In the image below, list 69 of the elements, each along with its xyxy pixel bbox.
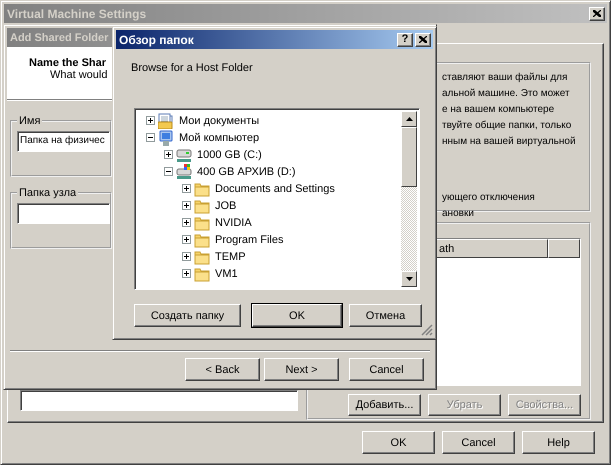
expand-toggle[interactable] — [182, 269, 191, 278]
expand-toggle[interactable] — [146, 116, 155, 125]
hard-drive-icon — [176, 146, 192, 162]
prompt-text: Browse for a Host Folder — [131, 62, 253, 74]
text-field[interactable] — [20, 390, 298, 411]
documents-icon — [158, 112, 174, 128]
tree-item[interactable]: 400 GB АРХИВ (D:) — [195, 166, 298, 178]
down-arrow-icon[interactable] — [406, 277, 412, 281]
column-header[interactable] — [548, 239, 580, 258]
expand-toggle[interactable] — [164, 150, 173, 159]
window-title: Virtual Machine Settings — [7, 6, 146, 20]
dialog-button[interactable]: Cancel — [442, 431, 515, 454]
close-icon — [419, 36, 427, 43]
close-button[interactable] — [589, 6, 605, 20]
wizard-button[interactable]: Next > — [264, 358, 339, 381]
wizard-button[interactable]: < Back — [185, 358, 260, 381]
close-button[interactable] — [415, 32, 431, 46]
scrollbar[interactable] — [401, 111, 417, 287]
tree-item[interactable]: Мои документы — [177, 114, 262, 126]
resize-grip-icon[interactable] — [421, 324, 433, 336]
dialog-button[interactable]: OK — [362, 431, 435, 454]
expand-toggle[interactable] — [182, 235, 191, 244]
column-header[interactable]: ath — [434, 239, 548, 258]
up-arrow-icon[interactable] — [406, 117, 412, 121]
window-title: Add Shared Folder — [10, 32, 108, 44]
input-field[interactable]: Папка на физичес — [17, 131, 110, 152]
info-text: ставляют ваши файлы для — [442, 71, 568, 85]
wizard-heading: Name the Shar — [29, 57, 106, 69]
info-text: твуйте общие папки, только — [442, 119, 572, 133]
wizard-subheading: What would — [49, 69, 108, 81]
folder-action-button[interactable]: Добавить... — [348, 394, 421, 416]
tree-item[interactable]: Program Files — [213, 234, 286, 246]
folder-icon — [194, 266, 210, 282]
tree-item[interactable]: JOB — [213, 200, 238, 212]
expand-toggle[interactable] — [182, 184, 191, 193]
info-text: альной машине. Это может — [442, 87, 570, 101]
wizard-button[interactable]: Cancel — [349, 358, 424, 381]
computer-icon — [158, 130, 174, 146]
folder-icon — [194, 180, 210, 196]
folder-icon — [194, 248, 210, 264]
help-button[interactable]: ? — [397, 32, 413, 46]
group-label: Имя — [18, 115, 42, 127]
close-icon — [593, 10, 601, 17]
folder-icon — [194, 214, 210, 230]
folder-icon — [194, 232, 210, 248]
tree-item[interactable]: VM1 — [213, 268, 240, 280]
expand-toggle[interactable] — [182, 218, 191, 227]
tree-item[interactable]: NVIDIA — [213, 216, 254, 228]
expand-toggle[interactable] — [182, 201, 191, 210]
expand-toggle[interactable] — [182, 252, 191, 261]
tree-item[interactable]: 1000 GB (C:) — [195, 148, 264, 160]
option-text: ановки — [442, 207, 474, 221]
option-text: ующего отключения — [442, 191, 535, 205]
collapse-toggle[interactable] — [164, 167, 173, 176]
tree-item[interactable]: TEMP — [213, 250, 248, 262]
folder-icon — [194, 198, 210, 214]
info-text: нным на вашей виртуальной — [442, 135, 576, 149]
info-text: е на вашем компьютере — [442, 103, 554, 117]
input-field[interactable] — [17, 203, 110, 224]
dialog-button[interactable]: OK — [252, 304, 342, 327]
collapse-toggle[interactable] — [146, 133, 155, 142]
group-label: Папка узла — [18, 187, 78, 199]
dialog-button[interactable]: Создать папку — [134, 304, 241, 327]
dialog-button[interactable]: Отмена — [349, 304, 422, 327]
dialog-button[interactable]: Help — [522, 431, 595, 454]
hard-drive-icon — [176, 164, 192, 180]
tree-item[interactable]: Documents and Settings — [213, 182, 337, 194]
tree-item[interactable]: Мой компьютер — [177, 132, 262, 144]
window-title: Обзор папок — [119, 32, 194, 46]
